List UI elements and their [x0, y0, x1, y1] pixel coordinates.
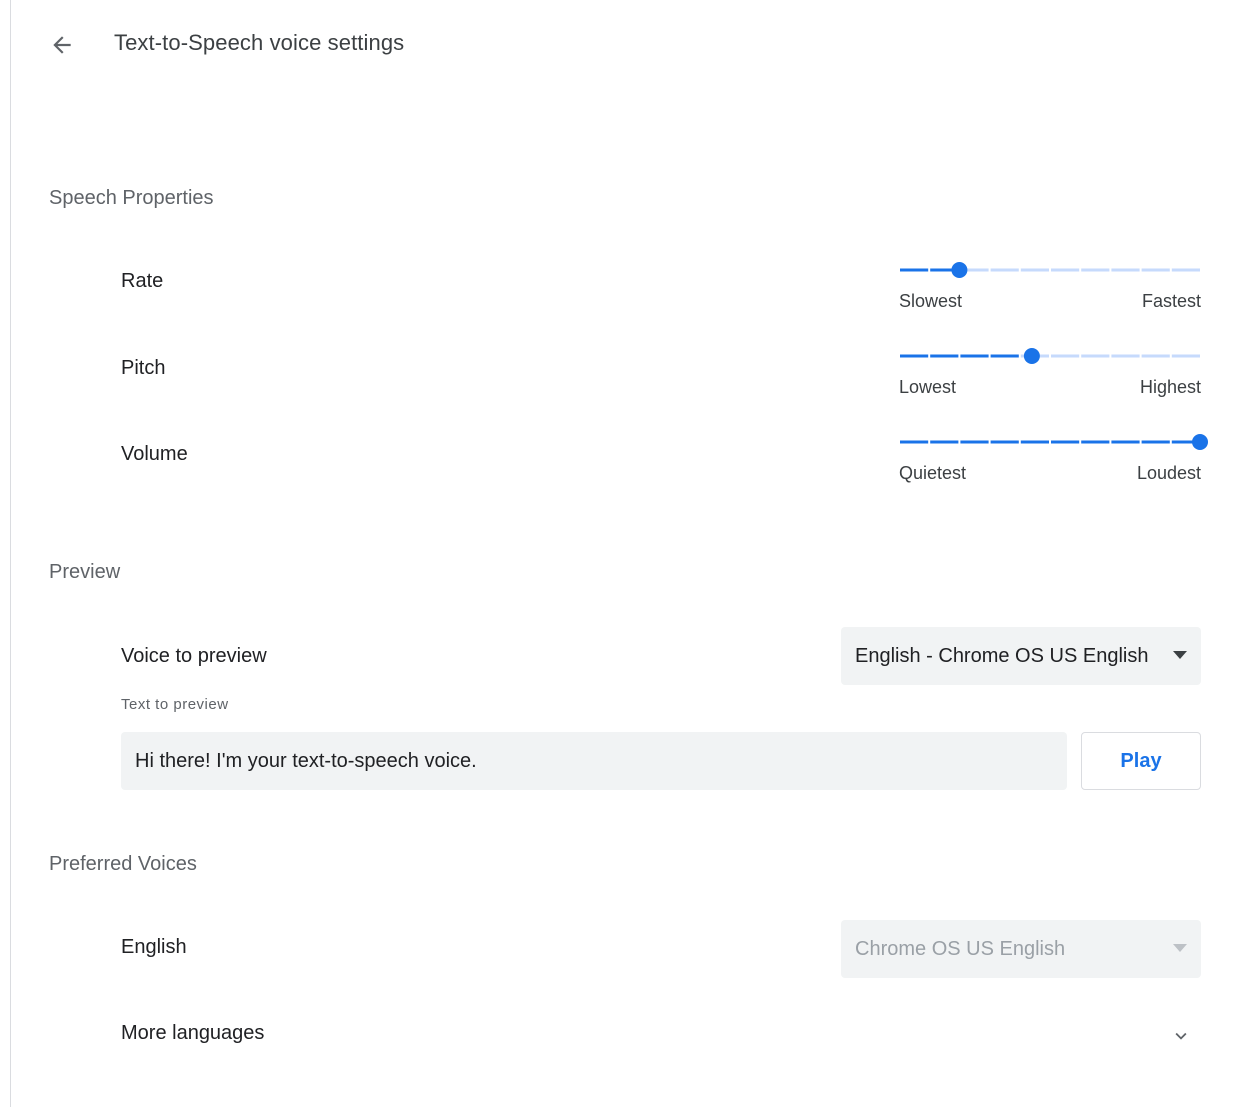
arrow-left-icon [53, 36, 71, 54]
rate-slider-track[interactable] [899, 260, 1201, 278]
rate-slider[interactable]: Slowest Fastest [899, 260, 1201, 320]
rate-min-label: Slowest [899, 291, 963, 311]
section-title-speech-properties: Speech Properties [49, 187, 214, 209]
play-button[interactable]: Play [1081, 732, 1201, 790]
dropdown-caret-icon [1173, 651, 1187, 659]
settings-page: Text-to-Speech voice settings Speech Pro… [10, 0, 1239, 1107]
slider-knob[interactable] [1023, 348, 1040, 364]
english-voice-select-value: Chrome OS US English [855, 937, 1066, 960]
pitch-label: Pitch [121, 357, 166, 379]
back-button[interactable] [47, 30, 77, 60]
voice-preview-select[interactable]: English - Chrome OS US English [841, 627, 1201, 685]
page-title: Text-to-Speech voice settings [114, 30, 405, 55]
dropdown-caret-icon [1173, 944, 1187, 952]
pitch-slider-track[interactable] [899, 346, 1201, 364]
chevron-down-icon [1175, 1032, 1187, 1040]
rate-label: Rate [121, 270, 164, 292]
volume-min-label: Quietest [899, 463, 967, 483]
section-title-preferred-voices: Preferred Voices [49, 853, 197, 875]
pitch-min-label: Lowest [899, 377, 957, 397]
rate-max-label: Fastest [1141, 291, 1201, 311]
pitch-slider[interactable]: Lowest Highest [899, 346, 1201, 406]
slider-knob[interactable] [1192, 434, 1208, 450]
voice-preview-select-value: English - Chrome OS US English [855, 644, 1149, 667]
volume-label: Volume [121, 443, 188, 465]
volume-max-label: Loudest [1136, 463, 1201, 483]
slider-knob[interactable] [951, 262, 968, 278]
english-voice-label: English [121, 936, 187, 958]
more-languages-expand-button[interactable] [1166, 1021, 1196, 1051]
preview-text-input[interactable] [121, 732, 1067, 790]
text-to-preview-label: Text to preview [121, 696, 229, 713]
section-title-preview: Preview [49, 561, 121, 583]
volume-slider[interactable]: Quietest Loudest [899, 432, 1208, 492]
more-languages-label: More languages [121, 1022, 265, 1044]
volume-slider-track[interactable] [899, 432, 1208, 450]
voice-to-preview-label: Voice to preview [121, 645, 267, 667]
pitch-max-label: Highest [1139, 377, 1201, 397]
english-voice-select[interactable]: Chrome OS US English [841, 920, 1201, 978]
